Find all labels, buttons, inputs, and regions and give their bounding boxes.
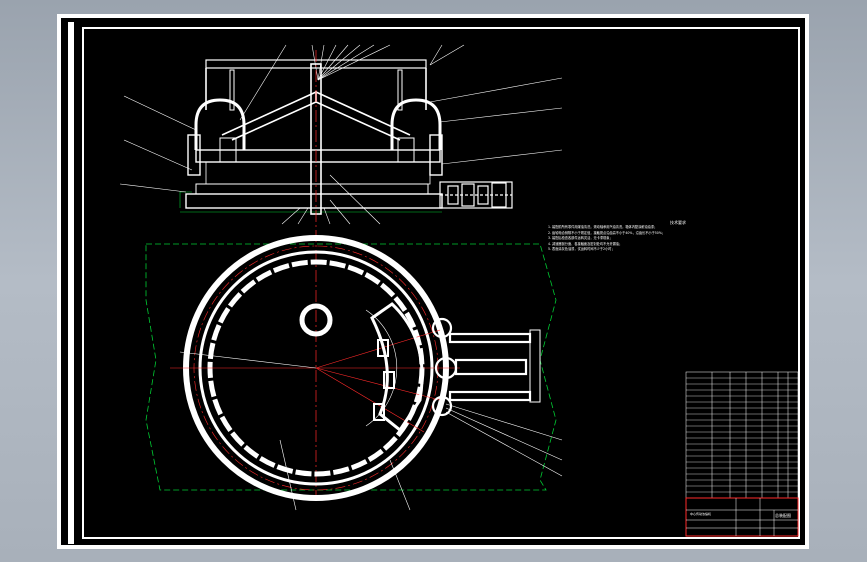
base-beam: [185, 193, 443, 209]
section-view: [119, 44, 563, 500]
rake-arm-right: [315, 90, 411, 141]
binding-margin: [68, 22, 74, 544]
note-line: 5. 表面涂灰色油漆，试运转时间不少于2小时；: [548, 247, 615, 252]
drawing-name: 中心传动浓缩机: [690, 512, 712, 516]
parts-list-rows: [686, 377, 798, 493]
drive-motor-plan: [431, 317, 541, 417]
parts-list: [685, 371, 799, 499]
technical-requirements: 技术要求 1. 装配前所有零件用煤油清洗，滚动轴承用汽油清洗，箱体内壁涂耐油油漆…: [548, 220, 778, 252]
drawing-number: 总装配图: [775, 513, 791, 518]
rake-arm-left: [221, 90, 317, 141]
sheet-border: [82, 27, 800, 539]
cad-drawing: [68, 22, 800, 544]
drive-unit: [439, 181, 513, 209]
launder-right: [390, 98, 442, 150]
hidden-trench: [145, 243, 557, 491]
plan-view: [145, 235, 563, 511]
